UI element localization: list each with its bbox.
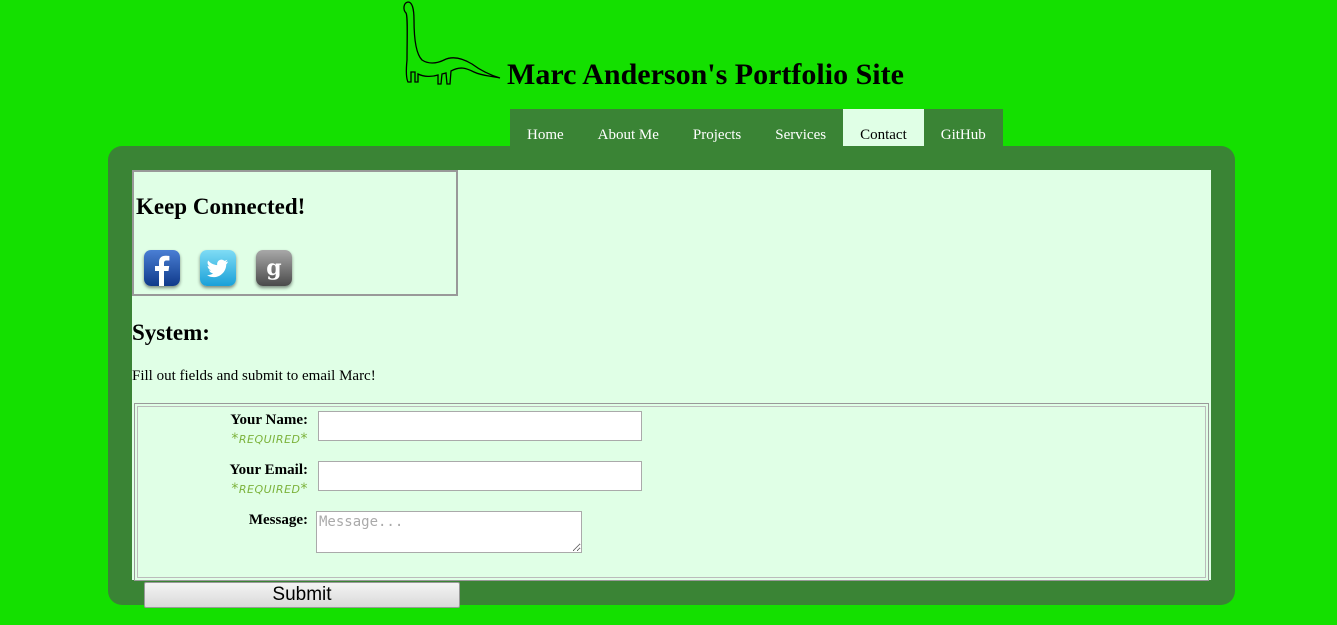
keep-connected-title: Keep Connected! <box>136 194 306 219</box>
form-intro-text: Fill out fields and submit to email Marc… <box>132 368 376 384</box>
facebook-icon[interactable] <box>144 250 180 286</box>
message-textarea[interactable] <box>316 511 582 553</box>
nav-about-me[interactable]: About Me <box>581 109 676 146</box>
email-input[interactable] <box>318 461 642 491</box>
nav-services[interactable]: Services <box>758 109 843 146</box>
name-required-text: REQUIRED <box>238 433 301 446</box>
nav-projects[interactable]: Projects <box>676 109 758 146</box>
nav-contact[interactable]: Contact <box>843 109 924 146</box>
email-required-text: REQUIRED <box>238 483 301 496</box>
section-title: System: <box>132 320 210 345</box>
main-nav: Home About Me Projects Services Contact … <box>510 109 1003 146</box>
dinosaur-logo <box>403 1 501 85</box>
message-label: Message: <box>248 512 308 528</box>
name-required-note: *REQUIRED* <box>231 431 308 447</box>
contact-form: Your Name: *REQUIRED* Your Email: *REQUI… <box>134 403 1209 581</box>
email-required-note: *REQUIRED* <box>231 481 308 497</box>
content-area: Keep Connected! g System: Fill out field… <box>132 170 1211 581</box>
google-icon[interactable]: g <box>256 250 292 286</box>
nav-home[interactable]: Home <box>510 109 581 146</box>
twitter-icon[interactable] <box>200 250 236 286</box>
name-label: Your Name: <box>230 412 308 428</box>
nav-github[interactable]: GitHub <box>924 109 1003 146</box>
site-title: Marc Anderson's Portfolio Site <box>507 58 904 91</box>
svg-text:g: g <box>266 255 281 281</box>
email-label: Your Email: <box>229 462 308 478</box>
name-input[interactable] <box>318 411 642 441</box>
keep-connected-box: Keep Connected! g <box>132 170 458 296</box>
submit-button[interactable]: Submit <box>144 582 460 608</box>
